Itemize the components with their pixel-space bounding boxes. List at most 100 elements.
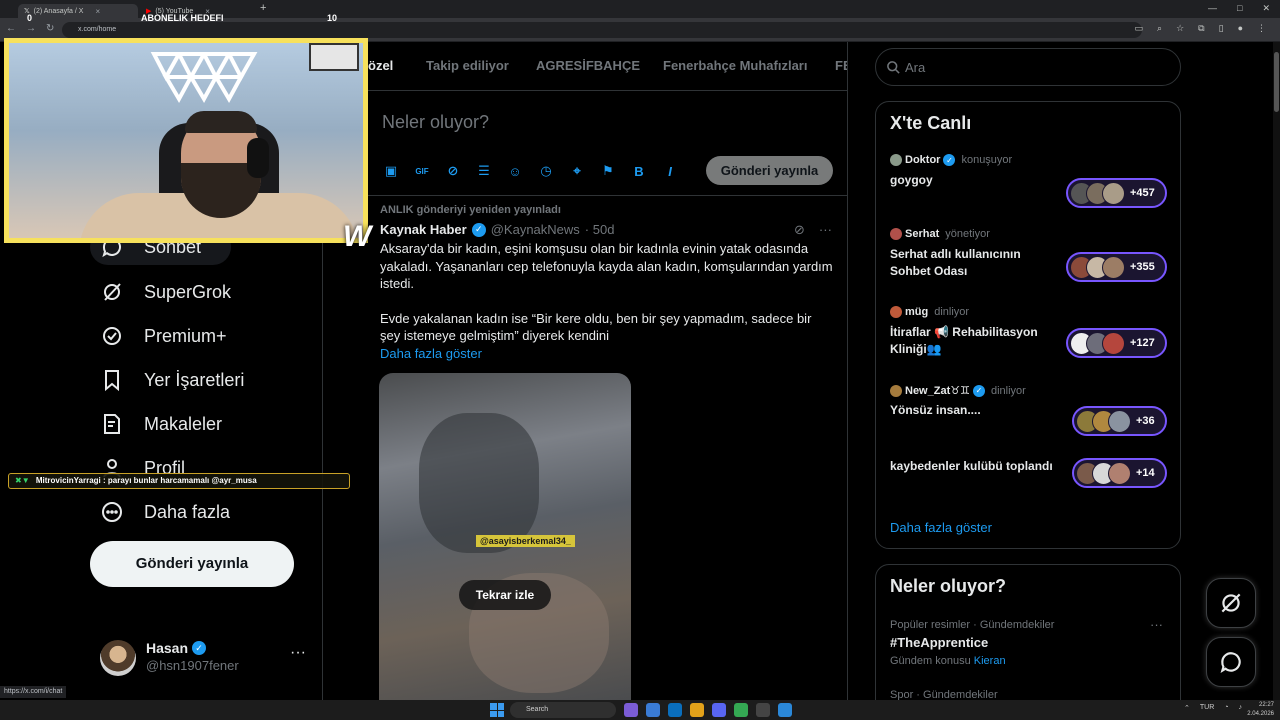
listener-pill[interactable]: +127 — [1066, 328, 1167, 358]
post-button[interactable]: Gönderi yayınla — [90, 541, 294, 587]
browser-tab-x[interactable]: 𝕏 (2) Anasayfa / X × — [18, 4, 138, 18]
reload-icon[interactable]: ↻ — [46, 23, 54, 34]
account-switcher[interactable]: Hasan ✓ @hsn1907fener ··· — [100, 638, 310, 678]
show-more-link[interactable]: Daha fazla göster — [380, 346, 482, 361]
timeline-tabs: özel Takip ediliyor AGRESİFBAHÇE Fenerba… — [323, 42, 847, 91]
search-placeholder: Ara — [905, 60, 926, 75]
account-icon[interactable]: ● — [1238, 23, 1243, 34]
poll-icon[interactable]: ☰ — [476, 163, 492, 179]
folder-icon[interactable] — [690, 703, 704, 717]
taskbar-search[interactable]: Search — [510, 702, 616, 718]
tweet-time[interactable]: · 50d — [585, 222, 615, 237]
flag-icon[interactable]: ⚑ — [600, 163, 616, 179]
app-icon[interactable] — [624, 703, 638, 717]
page-scrollbar[interactable] — [1273, 42, 1280, 700]
account-more-icon[interactable]: ··· — [290, 644, 306, 662]
listener-avatar — [1108, 461, 1131, 485]
schedule-icon[interactable]: ◷ — [538, 163, 554, 179]
star-icon[interactable]: ☆ — [1176, 23, 1184, 34]
sidebar-item-articles[interactable]: Makaleler — [100, 412, 222, 436]
gif-icon[interactable]: GIF — [414, 163, 430, 179]
sidebar-item-premium[interactable]: Premium+ — [100, 324, 227, 348]
zoom-icon[interactable]: ⌕ — [1157, 23, 1162, 34]
chrome-icon[interactable] — [734, 703, 748, 717]
trend-sub-prefix: Gündem konusu — [890, 655, 971, 667]
grok-explain-icon[interactable]: ⊘ — [794, 222, 805, 238]
discord-icon[interactable] — [712, 703, 726, 717]
extensions-icon[interactable]: ⧉ — [1198, 23, 1204, 34]
tweet-author-handle[interactable]: @KaynakNews — [491, 222, 580, 237]
search-input[interactable]: Ara — [875, 48, 1181, 86]
new-tab-button[interactable]: + — [260, 2, 266, 14]
tweet-paragraph: Evde yakalanan kadın ise “Bir kere oldu,… — [380, 310, 812, 344]
volume-icon[interactable]: ♪ — [1239, 704, 1243, 712]
profile-name: Hasan — [146, 640, 189, 656]
trend-sub-link[interactable]: Kieran — [974, 655, 1006, 667]
tab-following[interactable]: Takip ediliyor — [426, 58, 509, 73]
tray-chevron-icon[interactable]: ⌃ — [1184, 704, 1190, 712]
grok-fab-button[interactable] — [1206, 578, 1256, 628]
listener-pill[interactable]: +36 — [1072, 406, 1167, 436]
profile-name-row: Hasan ✓ — [146, 640, 207, 656]
tab-fe[interactable]: FE — [835, 58, 847, 73]
listener-pill[interactable]: +355 — [1066, 252, 1167, 282]
listener-pill[interactable]: +14 — [1072, 458, 1167, 488]
sidebar-item-more[interactable]: Daha fazla — [100, 500, 230, 524]
cast-icon[interactable]: ▭ — [1135, 23, 1144, 34]
trend-more-icon[interactable]: ··· — [1150, 617, 1163, 632]
minimize-icon[interactable]: — — [1208, 3, 1217, 14]
app-icon[interactable] — [668, 703, 682, 717]
keyboard-language[interactable]: TUR — [1200, 704, 1214, 712]
italic-icon[interactable]: I — [662, 163, 678, 179]
scrollbar-thumb[interactable] — [1274, 52, 1279, 112]
listener-count: +355 — [1130, 261, 1155, 273]
tweet-more-icon[interactable]: ··· — [819, 222, 832, 238]
app-icon[interactable] — [646, 703, 660, 717]
forward-icon[interactable]: → — [26, 23, 36, 34]
taskbar-clock[interactable]: 22:27 2.04.2026 — [1247, 701, 1274, 719]
compose-toolbar: ▣ GIF ⊘ ☰ ☺ ◷ ⌖ ⚑ B I — [383, 163, 678, 179]
tab-agresifbahce[interactable]: AGRESİFBAHÇE — [536, 58, 640, 73]
tweet-author-name[interactable]: Kaynak Haber — [380, 222, 467, 237]
trend-subtitle: Gündem konusu Kieran — [890, 655, 1006, 667]
chat-badge-icon: ✖▼ — [15, 476, 30, 485]
compose-post-button[interactable]: Gönderi yayınla — [706, 156, 833, 185]
replay-button[interactable]: Tekrar izle — [459, 580, 551, 610]
host-status: yönetiyor — [945, 228, 990, 240]
sidebar-item-bookmarks[interactable]: Yer İşaretleri — [100, 368, 244, 392]
compose-input[interactable]: Neler oluyor? — [382, 112, 489, 133]
tab-close-icon[interactable]: × — [95, 7, 100, 16]
back-icon[interactable]: ← — [6, 23, 16, 34]
listener-avatar — [1108, 409, 1131, 433]
sidepanel-icon[interactable]: ▯ — [1219, 23, 1224, 34]
image-icon[interactable]: ▣ — [383, 163, 399, 179]
grok-icon[interactable]: ⊘ — [445, 163, 461, 179]
verified-badge-icon: ✓ — [943, 154, 956, 166]
maximize-icon[interactable]: □ — [1237, 3, 1242, 14]
emoji-icon[interactable]: ☺ — [507, 163, 523, 179]
windows-start-icon[interactable] — [490, 703, 504, 717]
sidebar-item-supergrok[interactable]: SuperGrok — [100, 280, 231, 304]
clock-date: 2.04.2026 — [1247, 711, 1274, 717]
app-icon[interactable] — [778, 703, 792, 717]
divider — [323, 195, 847, 196]
bold-icon[interactable]: B — [631, 163, 647, 179]
messages-fab-button[interactable] — [1206, 637, 1256, 687]
tab-fenerbahce-muhafizlari[interactable]: Fenerbahçe Muhafızları — [663, 58, 807, 73]
repost-indicator[interactable]: ANLIK gönderiyi yeniden yayınladı — [380, 204, 561, 216]
obs-icon[interactable] — [756, 703, 770, 717]
show-more-link[interactable]: Daha fazla göster — [890, 520, 992, 535]
trend-name[interactable]: #TheApprentice — [890, 635, 988, 650]
tab-for-you[interactable]: özel — [368, 58, 393, 73]
wifi-icon[interactable]: ◔ — [1224, 704, 1228, 712]
host-name: New_Zat♉♊ — [905, 385, 970, 397]
tweet-text: Aksaray'da bir kadın, eşini komşusu olan… — [380, 240, 835, 362]
tweet-video[interactable]: @asayisberkemal34_ Tekrar izle — [379, 373, 631, 700]
address-bar[interactable]: x.com/home — [62, 22, 1142, 38]
close-window-icon[interactable]: ✕ — [1262, 3, 1270, 14]
taskbar-apps — [624, 703, 792, 717]
location-icon[interactable]: ⌖ — [569, 163, 585, 179]
listener-count: +36 — [1136, 415, 1155, 427]
menu-icon[interactable]: ⋮ — [1257, 23, 1266, 34]
listener-pill[interactable]: +457 — [1066, 178, 1167, 208]
